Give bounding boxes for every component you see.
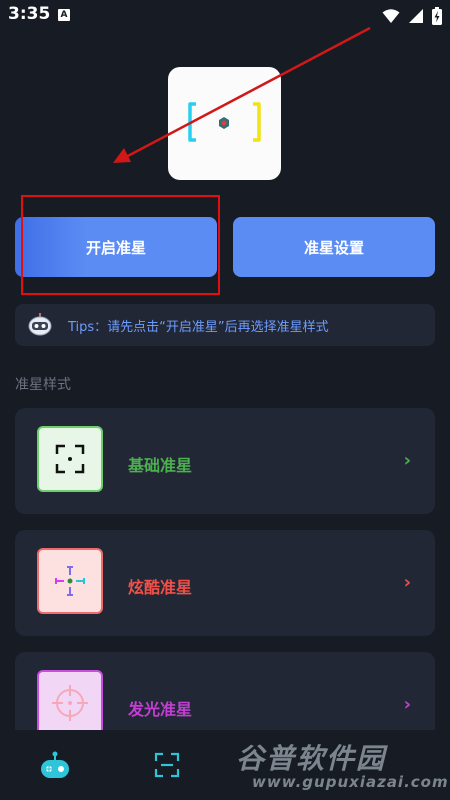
tips-text: Tips：请先点击“开启准星”后再选择准星样式 xyxy=(68,320,329,335)
nav-home-tab[interactable] xyxy=(38,750,78,780)
watermark-url: www.gupuxiazai.com xyxy=(252,773,449,791)
annotation-highlight-box xyxy=(21,195,220,295)
style-card-cool[interactable]: 炫酷准星 › xyxy=(15,530,435,636)
glow-crosshair-icon xyxy=(37,670,103,736)
crosshair-settings-label: 准星设置 xyxy=(303,238,364,257)
style-title-glow: 发光准星 xyxy=(128,700,193,719)
style-card-basic[interactable]: 基础准星 › xyxy=(15,408,435,514)
style-title-basic: 基础准星 xyxy=(128,456,193,475)
tips-banner: Tips：请先点击“开启准星”后再选择准星样式 xyxy=(15,304,435,346)
chevron-right-icon: › xyxy=(403,450,411,471)
style-title-cool: 炫酷准星 xyxy=(128,578,193,597)
watermark-brand: 谷普软件园 xyxy=(236,742,387,775)
nav-crosshair-tab[interactable] xyxy=(152,750,192,780)
watermark-logo: 谷普软件园 www.gupuxiazai.com xyxy=(230,735,448,795)
chevron-right-icon: › xyxy=(403,694,411,715)
basic-crosshair-icon xyxy=(37,426,103,492)
section-title: 准星样式 xyxy=(15,377,71,393)
frame-scan-icon xyxy=(154,752,180,778)
chevron-right-icon: › xyxy=(403,572,411,593)
robot-home-icon xyxy=(41,751,69,778)
crosshair-settings-button[interactable]: 准星设置 xyxy=(233,217,435,277)
robot-mascot-icon xyxy=(28,313,52,336)
cool-crosshair-icon xyxy=(37,548,103,614)
